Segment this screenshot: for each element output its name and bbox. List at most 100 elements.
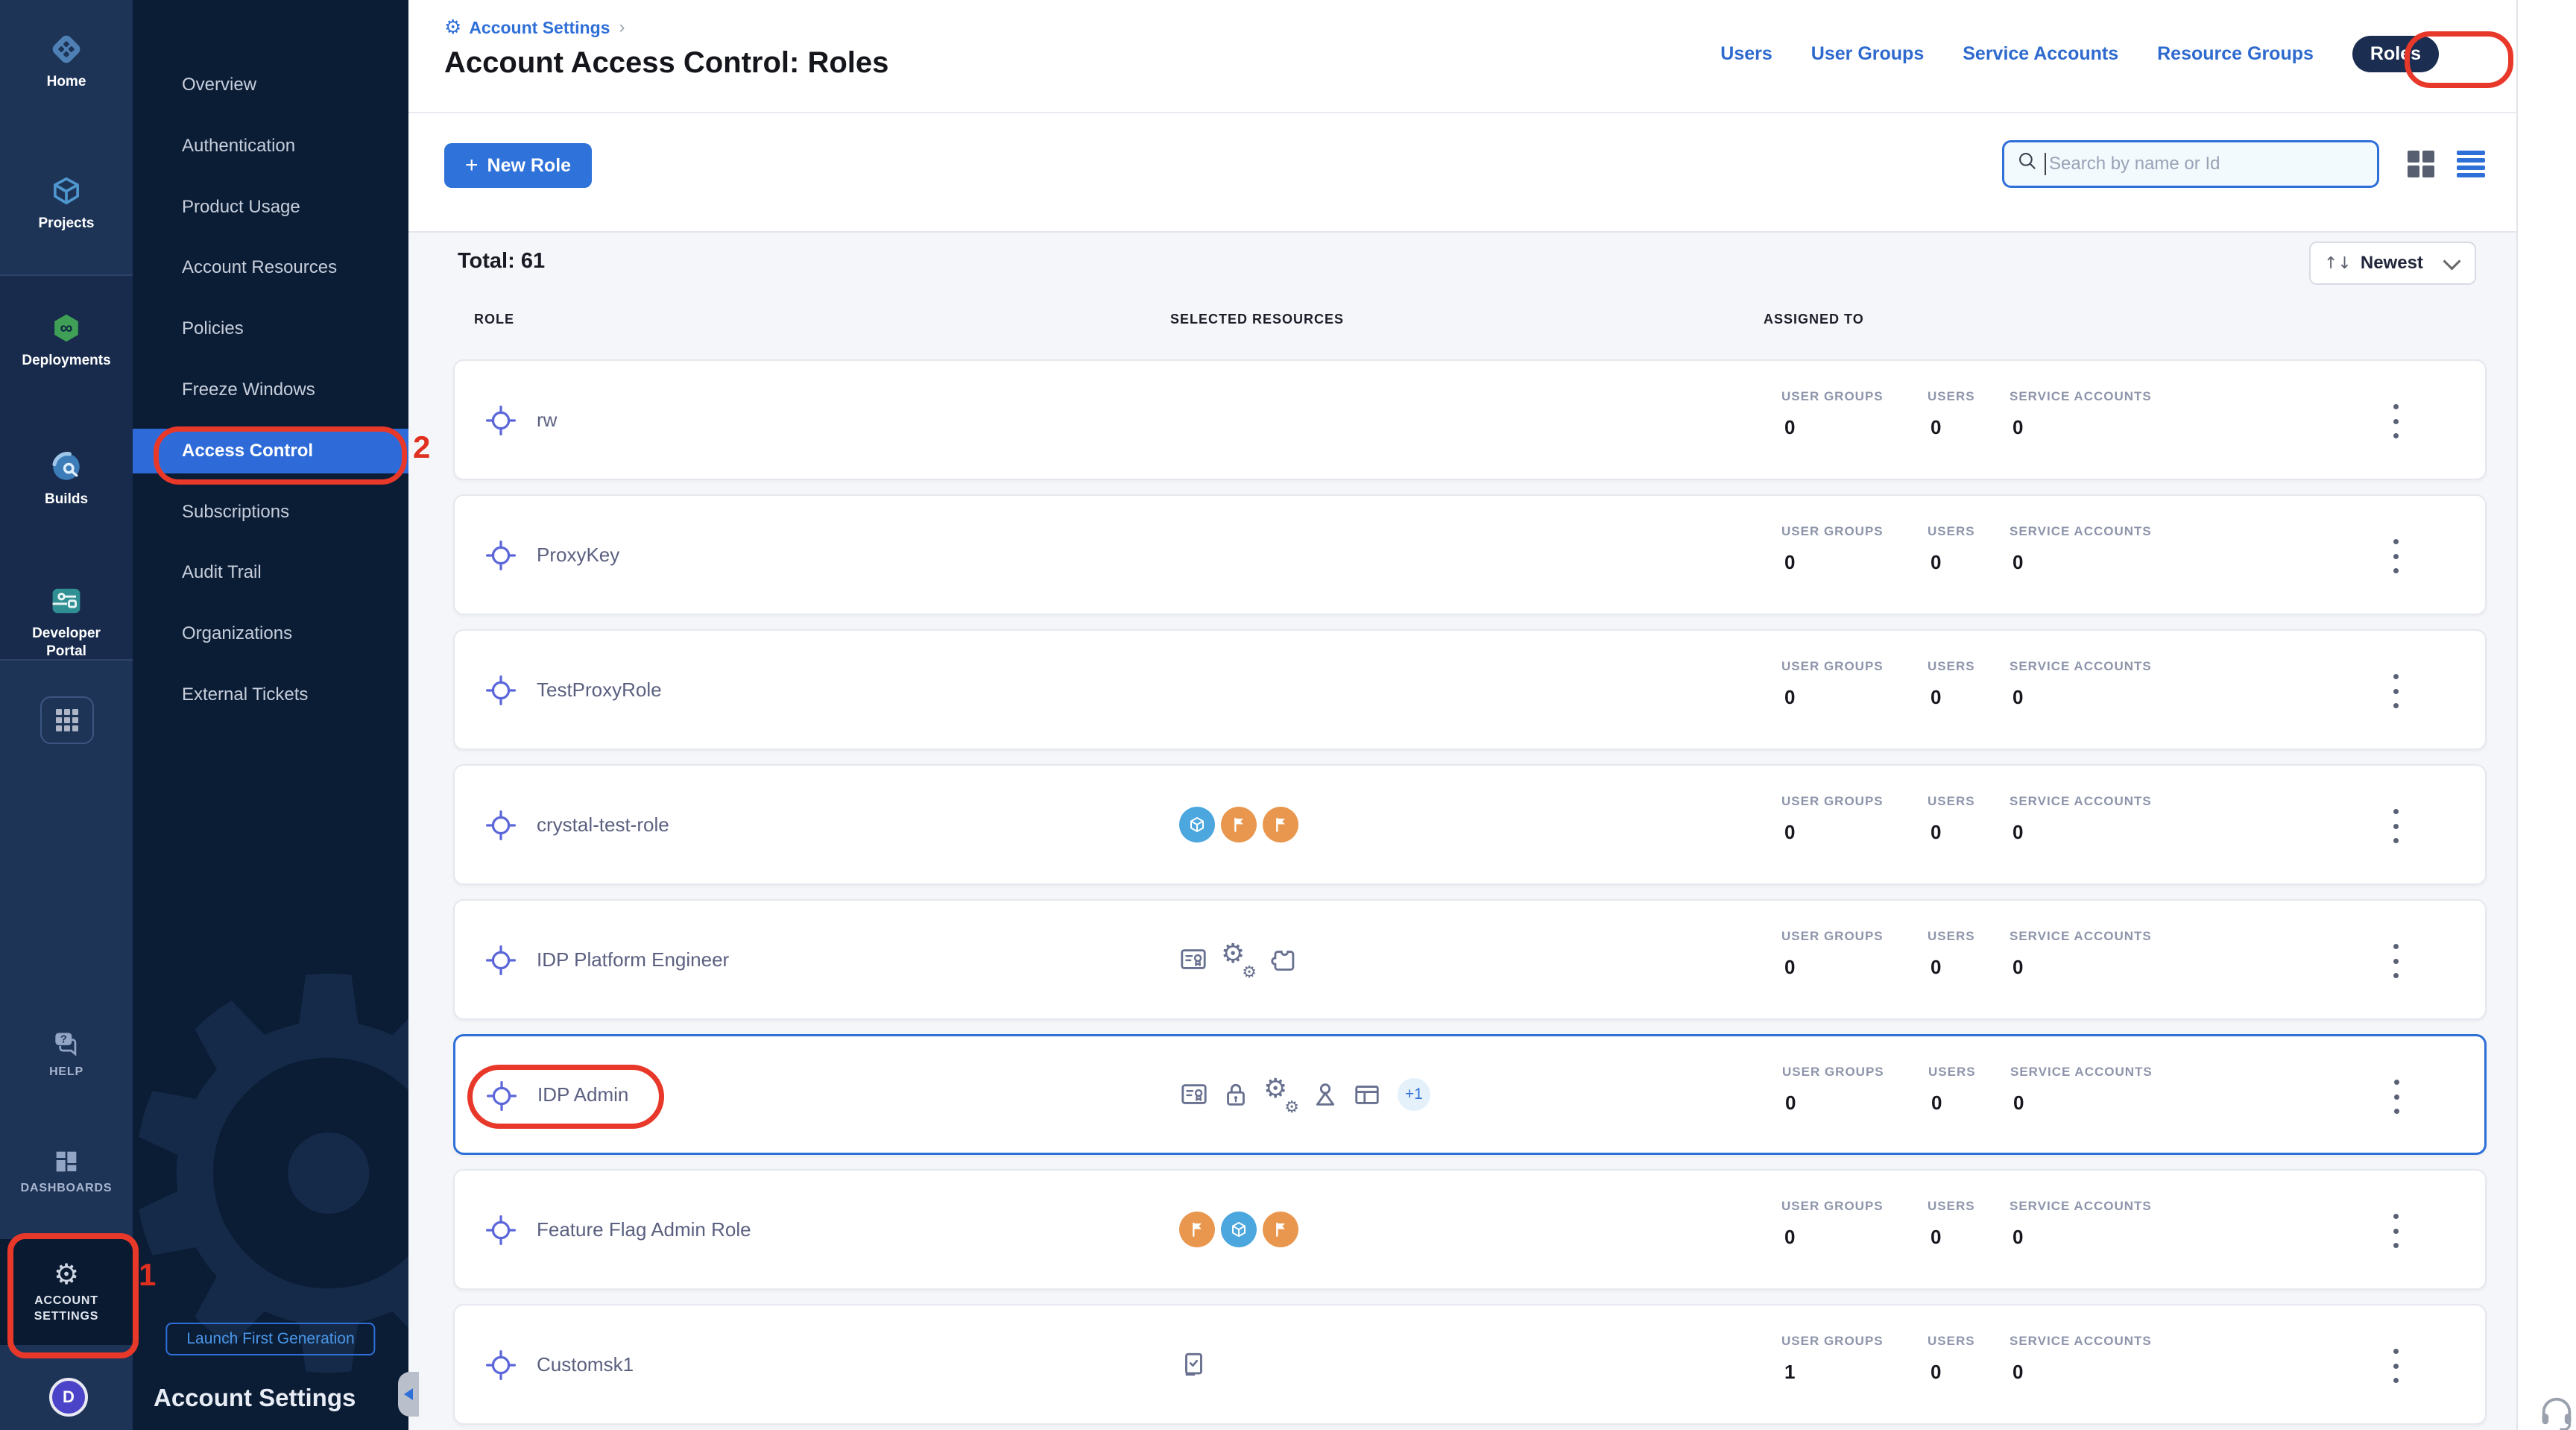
nav-deployments-label: Deployments	[22, 352, 110, 370]
row-menu-kebab-icon[interactable]	[2385, 539, 2406, 573]
column-header-role: ROLE	[474, 312, 514, 327]
tab-roles[interactable]: Roles	[2352, 36, 2439, 72]
nav-deployments[interactable]: ∞ Deployments	[0, 309, 133, 370]
rbac-tabs: Users User Groups Service Accounts Resource…	[1720, 31, 2439, 76]
role-row-customsk1[interactable]: Customsk1 USER GROUPS1 USERS0 SERVICE AC…	[453, 1304, 2487, 1425]
svg-text:∞: ∞	[60, 318, 73, 338]
breadcrumb[interactable]: ⚙ Account Settings ›	[444, 16, 625, 39]
role-target-icon	[484, 1349, 517, 1382]
nav-builds[interactable]: Builds	[0, 447, 133, 508]
nav-developer-portal-label: Developer Portal	[14, 625, 119, 661]
row-menu-kebab-icon[interactable]	[2385, 404, 2406, 438]
sidebar-item-account-resources[interactable]: Account Resources	[133, 245, 408, 290]
role-row-rw[interactable]: rw USER GROUPS0 USERS0 SERVICE ACCOUNTS0	[453, 359, 2487, 480]
toolbar: + New Role	[408, 113, 2516, 233]
sidebar-item-policies[interactable]: Policies	[133, 306, 408, 351]
gears-icon: ⚙⚙	[1221, 944, 1255, 975]
role-name: IDP Platform Engineer	[537, 901, 729, 1018]
list-view-toggle[interactable]	[2457, 151, 2485, 177]
search-input[interactable]	[2049, 154, 2365, 174]
certificate-icon	[1179, 945, 1208, 974]
nav-help-label: HELP	[49, 1065, 83, 1080]
sidebar-item-audit-trail[interactable]: Audit Trail	[133, 550, 408, 595]
nav-builds-label: Builds	[45, 491, 88, 508]
row-menu-kebab-icon[interactable]	[2385, 1349, 2406, 1383]
row-menu-kebab-icon[interactable]	[2385, 674, 2406, 708]
new-role-button[interactable]: + New Role	[444, 143, 592, 188]
module-selector-button[interactable]	[40, 696, 94, 744]
sidebar-item-freeze-windows[interactable]: Freeze Windows	[133, 368, 408, 412]
sidebar-item-overview[interactable]: Overview	[133, 63, 408, 107]
plus-icon: +	[465, 153, 479, 178]
role-target-icon	[484, 944, 517, 977]
nav-help[interactable]: ? HELP	[0, 1027, 133, 1080]
tab-service-accounts[interactable]: Service Accounts	[1963, 43, 2118, 65]
role-row-feature-flag-admin-role[interactable]: Feature Flag Admin Role USER GROUPS0 USE…	[453, 1169, 2487, 1290]
flag-module-icon	[1263, 1212, 1298, 1247]
chevron-left-icon	[404, 1388, 413, 1400]
nav-account-settings-label: ACCOUNT SETTINGS	[20, 1294, 113, 1325]
help-chat-icon: ?	[50, 1027, 83, 1060]
nav-dashboards-label: DASHBOARDS	[21, 1181, 113, 1197]
text-caret	[2045, 153, 2046, 175]
sort-dropdown[interactable]: ↑↓ Newest	[2309, 242, 2476, 285]
box-module-icon	[1179, 807, 1215, 842]
grid-view-toggle[interactable]	[2408, 151, 2434, 177]
breadcrumb-link[interactable]: Account Settings	[469, 18, 610, 38]
user-icon	[1311, 1080, 1339, 1109]
developer-portal-icon	[47, 582, 86, 620]
support-headset-icon[interactable]	[2537, 1393, 2576, 1430]
role-row-idp-admin[interactable]: IDP Admin ⚙⚙+1 USER GROUPS0 USERS0 SERVI…	[453, 1034, 2487, 1155]
rail-divider	[0, 274, 133, 276]
role-row-testproxyrole[interactable]: TestProxyRole USER GROUPS0 USERS0 SERVIC…	[453, 629, 2487, 750]
role-row-idp-platform-engineer[interactable]: IDP Platform Engineer ⚙⚙ USER GROUPS0 US…	[453, 899, 2487, 1020]
role-row-crystal-test-role[interactable]: crystal-test-role USER GROUPS0 USERS0 SE…	[453, 764, 2487, 885]
tab-user-groups[interactable]: User Groups	[1811, 43, 1924, 65]
role-row-proxykey[interactable]: ProxyKey USER GROUPS0 USERS0 SERVICE ACC…	[453, 494, 2487, 615]
breadcrumb-separator: ›	[619, 17, 625, 38]
page-title: Account Access Control: Roles	[444, 46, 888, 80]
role-target-icon	[484, 1214, 517, 1247]
layout-icon	[1353, 1080, 1381, 1109]
deployments-icon: ∞	[47, 309, 86, 347]
nav-dashboards[interactable]: DASHBOARDS	[0, 1147, 133, 1197]
nav-home-label: Home	[47, 73, 86, 91]
sidebar-item-authentication[interactable]: Authentication	[133, 124, 408, 168]
search-box[interactable]	[2002, 140, 2379, 188]
selected-resources: ⚙⚙	[1179, 901, 1310, 1018]
avatar-letter: D	[63, 1388, 75, 1407]
nav-account-settings[interactable]: ⚙ ACCOUNT SETTINGS	[0, 1239, 133, 1345]
flag-module-icon	[1221, 807, 1257, 842]
user-avatar[interactable]: D	[49, 1378, 88, 1417]
sidebar-item-access-control[interactable]: Access Control	[133, 429, 408, 473]
sidebar-item-external-tickets[interactable]: External Tickets	[133, 673, 408, 717]
sidebar-item-product-usage[interactable]: Product Usage	[133, 185, 408, 230]
right-gutter	[2516, 0, 2576, 1430]
resources-overflow-badge: +1	[1398, 1078, 1430, 1111]
gear-icon: ⚙	[54, 1259, 79, 1289]
gears-icon: ⚙⚙	[1263, 1079, 1298, 1110]
row-menu-kebab-icon[interactable]	[2386, 1080, 2407, 1114]
projects-icon	[47, 171, 86, 210]
grid-icon	[56, 709, 78, 731]
role-target-icon	[484, 674, 517, 707]
row-menu-kebab-icon[interactable]	[2385, 1214, 2406, 1248]
tab-users[interactable]: Users	[1720, 43, 1772, 65]
sidebar-item-subscriptions[interactable]: Subscriptions	[133, 490, 408, 535]
plugin-icon	[1269, 945, 1297, 974]
page-header: ⚙ Account Settings › Account Access Cont…	[408, 0, 2516, 113]
sidebar-collapse-toggle[interactable]	[398, 1372, 419, 1417]
row-menu-kebab-icon[interactable]	[2385, 944, 2406, 978]
nav-projects[interactable]: Projects	[0, 171, 133, 233]
launch-first-generation-button[interactable]: Launch First Generation	[165, 1323, 375, 1355]
sidebar-item-organizations[interactable]: Organizations	[133, 611, 408, 656]
nav-home[interactable]: Home	[0, 30, 133, 91]
selected-resources	[1179, 1171, 1304, 1288]
home-icon	[47, 30, 86, 69]
row-menu-kebab-icon[interactable]	[2385, 809, 2406, 843]
tab-resource-groups[interactable]: Resource Groups	[2157, 43, 2314, 65]
main-content: ⚙ Account Settings › Account Access Cont…	[408, 0, 2576, 1430]
search-icon	[2016, 150, 2039, 178]
nav-developer-portal[interactable]: Developer Portal	[0, 582, 133, 661]
builds-icon	[47, 447, 86, 486]
